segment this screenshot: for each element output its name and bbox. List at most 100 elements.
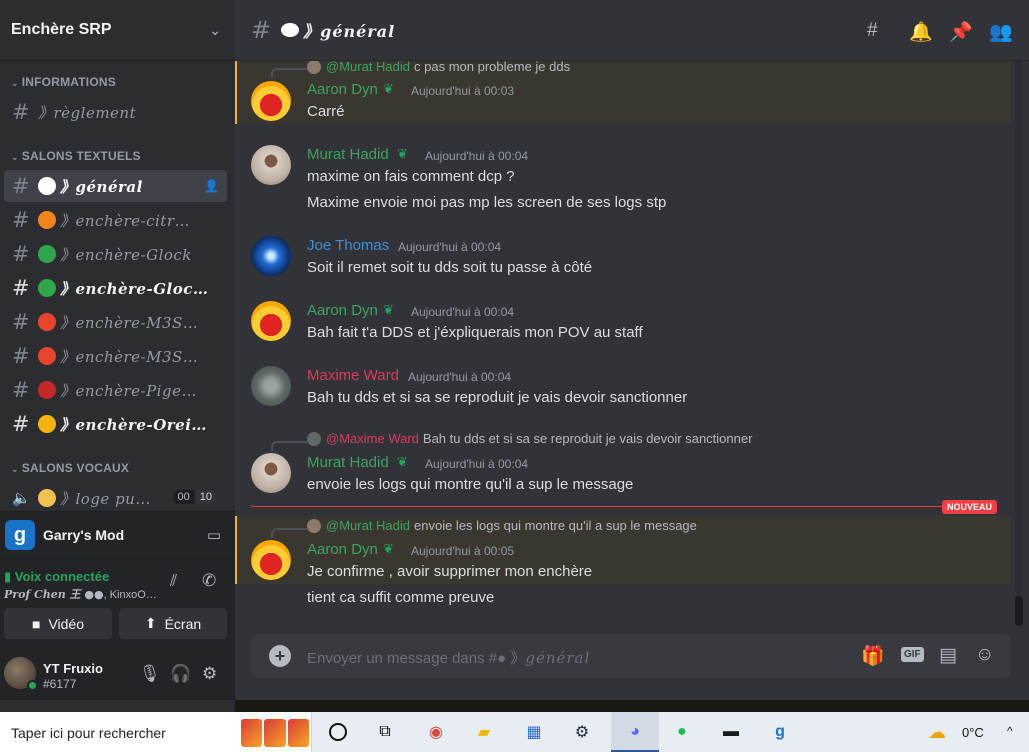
channel-enchere-glock-2[interactable]: # 》enchère-Gloc… [4, 272, 227, 304]
reply-author: @Murat Hadid [326, 61, 411, 74]
username: YT Fruxio [43, 661, 103, 676]
avatar[interactable] [251, 301, 291, 341]
spotify-icon[interactable]: ● [670, 720, 694, 744]
hash-icon: # [12, 344, 30, 368]
message-author[interactable]: Maxime Ward [307, 367, 399, 384]
file-explorer-icon[interactable]: ▰ [472, 720, 496, 744]
cortana-icon[interactable] [329, 723, 347, 741]
voice-channel-loge[interactable]: 🔈 》loge pu… 00 10 [4, 482, 227, 511]
user-panel: YT Fruxio #6177 🎙 🎧 ⚙ [0, 646, 235, 700]
hash-icon: # [12, 276, 30, 300]
channel-sidebar: Enchère SRP ⌄ ⌄ INFORMATIONS # 》règlement … [0, 0, 235, 712]
gift-icon[interactable]: 🎁 [861, 644, 885, 668]
store-icon[interactable]: ▦ [522, 720, 546, 744]
task-view-icon[interactable]: ⧉ [373, 720, 397, 744]
microphone-icon[interactable]: 🎙 [139, 664, 161, 684]
message-text: Bah fait t'a DDS et j'éxpliquerais mon P… [307, 324, 643, 341]
user-tag: #6177 [43, 677, 77, 691]
channel-general[interactable]: # 》général 👤 [4, 170, 227, 202]
message-input-placeholder[interactable]: Envoyer un message dans #● 》général [307, 647, 590, 668]
channel-enchere-orei[interactable]: # 》enchère-Orei… [4, 408, 227, 440]
avatar[interactable] [251, 81, 291, 121]
speech-bubble-icon [281, 23, 300, 37]
message-text: Je confirme , avoir supprimer mon enchèr… [307, 563, 593, 580]
screen-share-button[interactable]: ⬆ Écran [119, 608, 227, 639]
threads-icon[interactable]: # [867, 20, 878, 42]
voice-count-current: 00 [172, 490, 195, 504]
add-user-icon[interactable]: 👤 [204, 179, 219, 193]
stream-screen-icon[interactable]: ▭ [207, 526, 221, 544]
placeholder-text: Envoyer un message dans # [307, 650, 498, 667]
sticker-icon[interactable]: ▤ [939, 644, 957, 667]
reply-author: @Murat Hadid [326, 518, 411, 533]
message-author[interactable]: Murat Hadid [307, 146, 389, 163]
reply-preview[interactable]: @Maxime Ward Bah tu dds et si sa se repro… [307, 431, 752, 446]
placeholder-channel: général [525, 649, 591, 667]
video-button[interactable]: ■ Vidéo [4, 608, 112, 639]
scrollbar-track[interactable] [1015, 61, 1023, 626]
reply-connector [271, 441, 307, 451]
voice-connected-status[interactable]: ▮ Voix connectée [4, 569, 109, 585]
channel-enchere-m3s[interactable]: # 》enchère-M3S… [4, 306, 227, 338]
windows-taskbar: Taper ici pour rechercher ⧉ ◉ ▰ ▦ ⚙ ◕ ● … [0, 712, 1029, 752]
camera-icon: ■ [31, 615, 41, 632]
gear-icon[interactable]: ⚙ [202, 664, 217, 684]
taskbar-search[interactable]: Taper ici pour rechercher [0, 712, 312, 752]
disconnect-icon[interactable]: ✆ [202, 571, 216, 591]
category-label: SALONS VOCAUX [21, 461, 130, 475]
message-composer[interactable]: + Envoyer un message dans #● 》général 🎁 … [251, 634, 1011, 678]
gif-button[interactable]: GIF [901, 647, 924, 662]
message-author[interactable]: Aaron Dyn [307, 541, 378, 558]
channel-enchere-pige[interactable]: # 》enchère-Pige… [4, 374, 227, 406]
chrome-icon[interactable]: ◉ [424, 720, 448, 744]
message-author[interactable]: Joe Thomas [307, 237, 389, 254]
message-author[interactable]: Murat Hadid [307, 454, 389, 471]
pin-icon[interactable]: 📌 [949, 20, 973, 44]
voice-user-rest: , KinxoO… [103, 589, 157, 601]
message-author[interactable]: Aaron Dyn [307, 81, 378, 98]
message-author[interactable]: Aaron Dyn [307, 302, 378, 319]
beer-icon [38, 489, 56, 507]
message-timestamp: Aujourd'hui à 00:03 [411, 84, 515, 98]
noise-suppression-icon[interactable]: ⫽ [170, 573, 177, 591]
avatar[interactable] [251, 540, 291, 580]
voice-count-limit: 10 [194, 490, 217, 504]
category-salons-vocaux[interactable]: ⌄ SALONS VOCAUX [0, 461, 129, 475]
reply-preview[interactable]: @Murat Hadid envoie les logs qui montre q… [307, 518, 697, 533]
hash-icon: # [12, 100, 30, 124]
members-icon[interactable]: 👥 [989, 20, 1013, 44]
garrys-mod-icon: g [5, 520, 35, 550]
avatar[interactable] [251, 145, 291, 185]
reply-connector [271, 68, 307, 78]
discord-icon[interactable]: ◕ [623, 720, 647, 744]
weather-icon[interactable]: ☁ [928, 722, 946, 743]
garrys-mod-taskbar-icon[interactable]: g [768, 720, 792, 744]
hash-icon: # [12, 208, 30, 232]
emoji-icon[interactable]: ☺ [975, 644, 994, 666]
tray-chevron-icon[interactable]: ^ [1007, 724, 1013, 738]
avatar[interactable] [251, 366, 291, 406]
channel-list: ⌄ INFORMATIONS # 》règlement ⌄ SALONS TEXTUE… [0, 61, 235, 511]
channel-enchere-glock[interactable]: # 》enchère-Glock [4, 238, 227, 270]
channel-name: 》général [60, 177, 143, 196]
avatar[interactable] [251, 236, 291, 276]
bell-icon[interactable]: 🔔 [909, 20, 933, 44]
channel-reglement[interactable]: # 》règlement [4, 96, 227, 128]
avatar[interactable] [251, 453, 291, 493]
plus-icon[interactable]: + [269, 645, 291, 667]
scrollbar-thumb[interactable] [1015, 596, 1023, 626]
screen-label: Écran [164, 615, 202, 632]
audio-app-icon[interactable]: ▬ [719, 720, 743, 744]
voice-status-label: Voix connectée [14, 569, 110, 584]
message-text: envoie les logs qui montre qu'il a sup l… [307, 476, 634, 493]
category-salons-textuels[interactable]: ⌄ SALONS TEXTUELS [0, 149, 141, 163]
server-header[interactable]: Enchère SRP ⌄ [0, 0, 235, 61]
steam-icon[interactable]: ⚙ [570, 720, 594, 744]
category-informations[interactable]: ⌄ INFORMATIONS [0, 75, 116, 89]
headphones-icon[interactable]: 🎧 [170, 664, 191, 684]
reply-preview[interactable]: @Murat Hadid c pas mon probleme je dds [307, 61, 570, 74]
channel-enchere-m3s-2[interactable]: # 》enchère-M3S… [4, 340, 227, 372]
game-name: Garry's Mod [43, 527, 125, 543]
channel-enchere-citr[interactable]: # 》enchère-citr… [4, 204, 227, 236]
hash-icon: # [12, 242, 30, 266]
